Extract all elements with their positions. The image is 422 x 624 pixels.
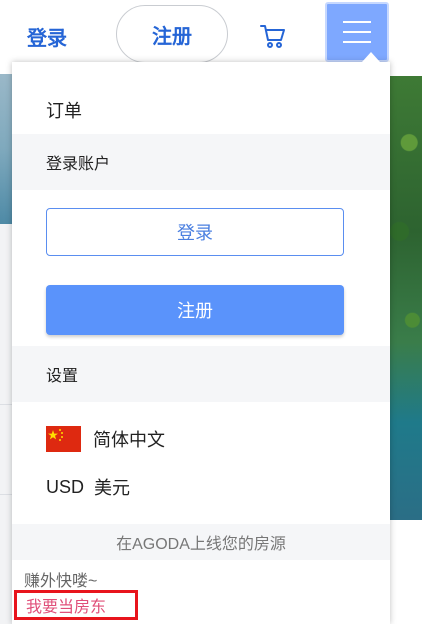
cart-button[interactable] <box>255 18 291 54</box>
background-hero-image-right <box>390 76 422 520</box>
currency-name: 美元 <box>94 478 131 498</box>
currency-selector[interactable]: USD 美元 <box>46 470 130 504</box>
cart-icon <box>260 25 285 48</box>
settings-section-header: 设置 <box>12 346 390 402</box>
list-property-link[interactable]: 在AGODA上线您的房源 <box>12 524 390 560</box>
hamburger-menu-icon <box>343 41 371 43</box>
header-login-link[interactable]: 登录 <box>27 22 67 51</box>
dropdown-menu-panel: 订单 登录账户 登录 注册 设置 简体中文 USD 美元 在AGODA上线您的房… <box>12 62 390 624</box>
menu-item-orders[interactable]: 订单 <box>12 88 390 132</box>
background-divider <box>0 494 12 495</box>
hamburger-menu-icon <box>343 31 371 33</box>
background-content-right <box>390 520 422 624</box>
login-button[interactable]: 登录 <box>46 208 344 256</box>
earn-money-text: 赚外快喽~ <box>24 573 98 590</box>
language-selector[interactable]: 简体中文 <box>46 422 165 456</box>
background-divider <box>0 404 12 405</box>
china-flag-icon <box>46 426 81 452</box>
account-section-header: 登录账户 <box>12 134 390 190</box>
become-host-link[interactable]: 我要当房东 <box>14 590 138 620</box>
background-content-left <box>0 224 12 624</box>
language-label: 简体中文 <box>93 430 165 450</box>
register-button[interactable]: 注册 <box>46 285 344 335</box>
currency-code: USD <box>46 476 85 497</box>
hamburger-menu-icon <box>343 21 371 23</box>
dropdown-caret <box>362 52 380 62</box>
header-register-button[interactable]: 注册 <box>116 5 228 63</box>
become-host-label: 我要当房东 <box>26 599 107 616</box>
background-hero-image-left <box>0 74 12 224</box>
